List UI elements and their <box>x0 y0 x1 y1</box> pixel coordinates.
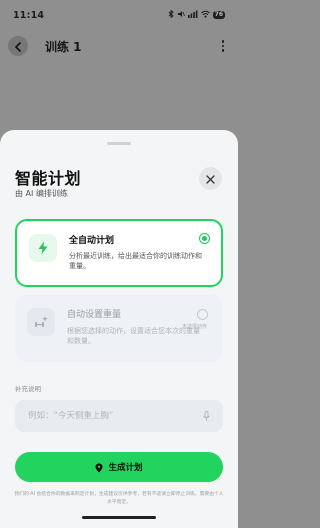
no-exercise-selected-tag: 未选择动作 <box>182 324 208 330</box>
radio-selected[interactable] <box>199 233 210 244</box>
generate-plan-button[interactable]: 生成计划 <box>15 452 223 482</box>
bluetooth-icon <box>168 9 174 20</box>
chevron-left-icon <box>14 37 22 56</box>
back-button[interactable] <box>8 36 28 56</box>
status-icons: 76 <box>168 9 225 20</box>
option-full-auto-plan[interactable]: 全自动计划 分析最近训练，给出最适合你的训练动作和重量。 <box>15 219 223 287</box>
page-title: 训练 1 <box>45 39 82 54</box>
option-auto-set-weight[interactable]: 自动设置重量 根据您选择的动作，设置适合您本次的重量和数量。 未选择动作 <box>15 295 223 362</box>
cellular-icon <box>187 10 198 20</box>
smart-plan-sheet: 智能计划 由 AI 编排训练 全自动计划 分析最近训练，给出最适合你的训练动作和… <box>0 130 238 528</box>
sheet-grabber[interactable] <box>107 142 131 145</box>
ai-disclaimer: 我们的 AI 会结合你的数据来制定计划，生成建议仅供参考，若有不适请立即停止训练… <box>14 492 224 505</box>
option-title: 全自动计划 <box>69 236 115 246</box>
status-time: 11:14 <box>13 9 45 21</box>
sparkle-dumbbell-icon <box>27 308 55 336</box>
sheet-title: 智能计划 <box>15 169 82 188</box>
option-description: 分析最近训练，给出最适合你的训练动作和重量。 <box>69 252 202 270</box>
home-indicator <box>82 516 156 519</box>
notes-label: 补充说明 <box>15 385 41 393</box>
lightning-icon <box>29 234 57 262</box>
wifi-icon <box>200 10 210 20</box>
location-pin-icon <box>95 458 103 477</box>
close-icon <box>206 169 215 188</box>
generate-plan-label: 生成计划 <box>108 463 143 473</box>
mute-icon <box>177 10 185 20</box>
more-vertical-icon[interactable] <box>216 40 230 52</box>
notes-input-container <box>15 400 223 432</box>
notes-input[interactable] <box>28 411 197 421</box>
status-bar: 11:14 76 <box>0 0 238 30</box>
page-header: 训练 1 <box>0 32 238 60</box>
radio-unselected[interactable] <box>197 309 208 320</box>
close-button[interactable] <box>199 167 222 190</box>
sheet-subtitle: 由 AI 编排训练 <box>15 189 68 198</box>
battery-level: 76 <box>212 11 225 19</box>
mic-icon[interactable] <box>203 410 210 422</box>
option-title: 自动设置重量 <box>67 310 122 320</box>
